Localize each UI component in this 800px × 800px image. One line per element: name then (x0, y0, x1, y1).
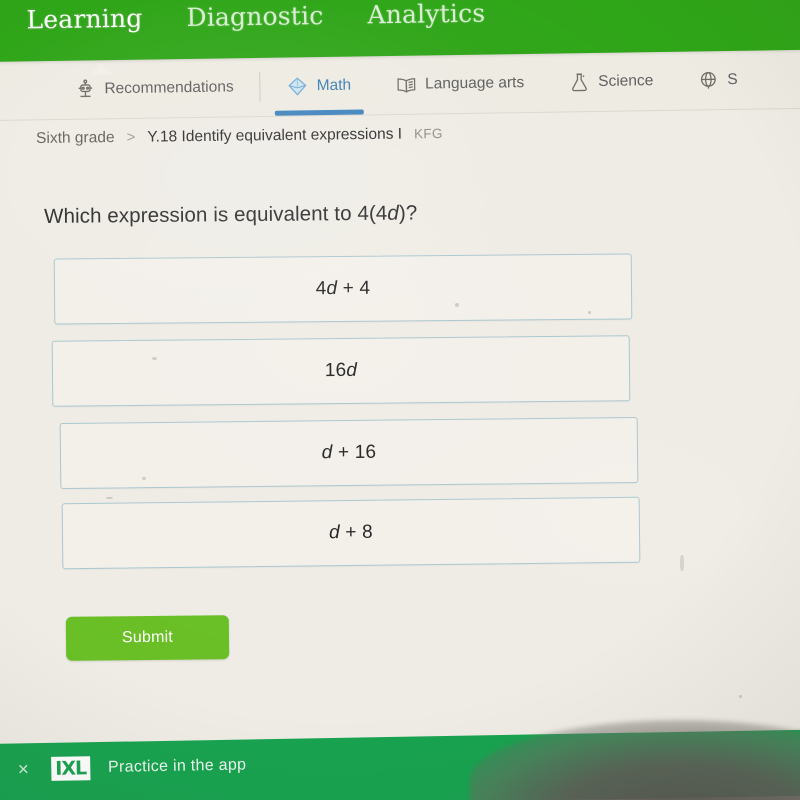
answer-option-2-text: 16d (324, 359, 358, 382)
question-text: Which expression is equivalent to 4(4d)? (44, 201, 417, 229)
question-prefix: Which expression is equivalent to 4(4 (44, 201, 388, 228)
answer-option-3-text: d + 16 (321, 441, 377, 464)
answer-option-3[interactable]: d + 16 (59, 416, 639, 490)
ixl-logo-text: IXL (51, 756, 91, 781)
ixl-logo[interactable]: IXL (51, 756, 91, 781)
answer-option-4-text: d + 8 (328, 521, 374, 544)
question-variable: d (387, 201, 399, 225)
question-suffix: )? (398, 201, 418, 225)
app-promo-text: Practice in the app (107, 756, 247, 776)
answer-option-2[interactable]: 16d (51, 335, 631, 407)
breadcrumb-grade[interactable]: Sixth grade (36, 129, 115, 148)
answer-option-1[interactable]: 4d + 4 (53, 253, 633, 325)
chevron-right-icon: > (126, 128, 136, 146)
answer-option-1-text: 4d + 4 (315, 277, 371, 300)
answer-options-list: 4d + 4 16d d + 16 d + 8 (0, 0, 800, 800)
ixl-practice-screen: Learning Diagnostic Analytics Recommenda… (0, 0, 800, 800)
submit-button[interactable]: Submit (65, 615, 230, 661)
app-promo-content: × IXL Practice in the app (13, 753, 246, 781)
breadcrumb-skill: Y.18 Identify equivalent expressions I (147, 125, 403, 146)
close-icon[interactable]: × (13, 759, 33, 780)
breadcrumb-skill-code: KFG (413, 126, 443, 142)
answer-option-4[interactable]: d + 8 (61, 496, 641, 570)
